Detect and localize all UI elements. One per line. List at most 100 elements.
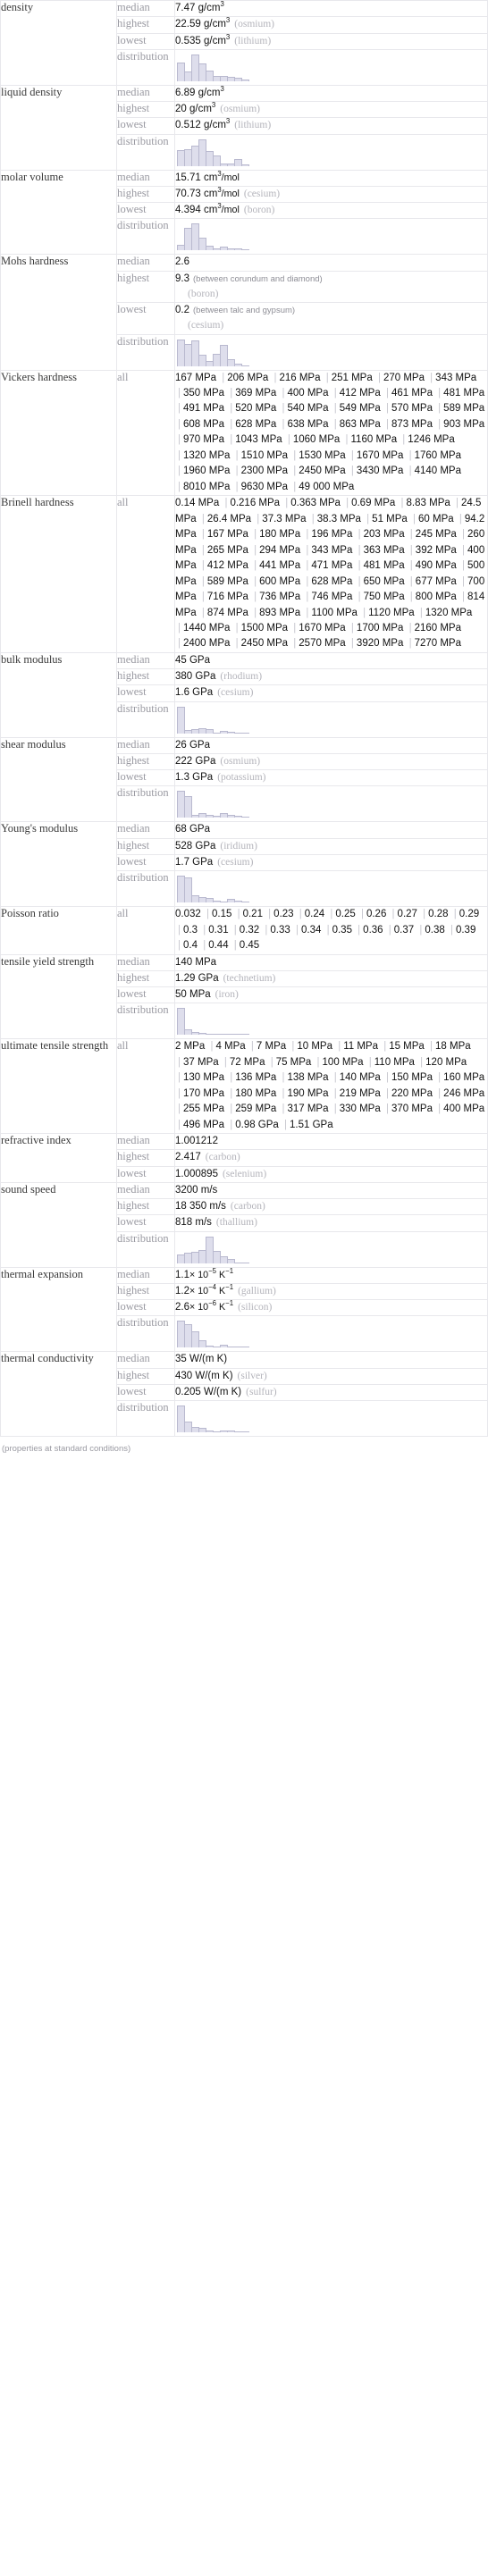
- table-row: tensile yield strength median 140 MPa: [0, 953, 488, 1040]
- value-item: 0.28: [428, 909, 449, 920]
- value-item: 0.32: [239, 924, 260, 936]
- list-separator: |: [178, 434, 181, 446]
- value-item: 51 MPa: [372, 513, 408, 524]
- stat-qualifier: (boron): [243, 205, 275, 215]
- histogram-bar: [241, 164, 249, 166]
- property-name-poisson-ratio: Poisson ratio: [0, 906, 117, 955]
- value-item: 130 MPa: [183, 1072, 225, 1084]
- value-item: 294 MPa: [259, 544, 301, 556]
- value-item: 206 MPa: [227, 372, 269, 383]
- value-item: 37 MPa: [183, 1056, 219, 1068]
- stat-label-distribution: distribution: [116, 333, 175, 371]
- value-item: 716 MPa: [206, 592, 248, 603]
- value-item: 330 MPa: [339, 1103, 381, 1115]
- value-item: 0.27: [397, 909, 417, 920]
- stat-qualifier: (thallium): [215, 1217, 257, 1229]
- list-separator: |: [333, 1103, 337, 1115]
- value-item: 412 MPa: [206, 560, 248, 572]
- stat-value-highest: 18 350 m/s (carbon): [174, 1198, 488, 1216]
- list-separator: |: [423, 909, 426, 920]
- stat-value-text: 68 GPa: [175, 824, 210, 835]
- stat-value-highest: 430 W/(m K) (silver): [174, 1367, 488, 1385]
- distribution-histogram: [175, 1316, 487, 1351]
- stat-value-lowest: 1.7 GPa (cesium): [174, 853, 488, 872]
- value-item: 600 MPa: [259, 575, 301, 587]
- value-item: 220 MPa: [391, 1087, 433, 1099]
- value-item: 8010 MPa: [183, 481, 231, 492]
- list-separator: |: [206, 909, 209, 920]
- value-item: 400 MPa: [287, 387, 329, 399]
- value-item: 0.69 MPa: [351, 498, 396, 509]
- list-separator: |: [230, 418, 233, 430]
- property-name-ultimate-tensile-strength: ultimate tensile strength: [0, 1038, 117, 1135]
- stat-label-lowest: lowest: [116, 1383, 175, 1402]
- list-separator: |: [363, 607, 366, 618]
- value-item: 317 MPa: [287, 1103, 329, 1115]
- stat-value-text: 430 W/(m K): [175, 1370, 233, 1381]
- list-separator: |: [358, 560, 361, 572]
- stat-label-median: median: [116, 953, 175, 971]
- list-separator: |: [268, 909, 272, 920]
- stat-label-distribution: distribution: [116, 1003, 175, 1040]
- stat-value-distribution: [174, 333, 488, 371]
- list-separator: |: [326, 924, 330, 936]
- stat-value-text: 2.417: [175, 1152, 201, 1163]
- list-separator: |: [254, 560, 257, 572]
- stat-value-text: 7.47 g/cm3: [175, 0, 224, 13]
- value-item: 863 MPa: [339, 418, 381, 430]
- value-item: 903 MPa: [443, 418, 485, 430]
- value-item: 150 MPa: [391, 1072, 433, 1084]
- value-item: 136 MPa: [235, 1072, 277, 1084]
- list-separator: |: [306, 592, 309, 603]
- list-separator: |: [178, 1072, 181, 1084]
- list-separator: |: [388, 924, 391, 936]
- stat-qualifier-element: (boron): [188, 288, 219, 299]
- property-name-thermal-expansion: thermal expansion: [0, 1266, 117, 1353]
- value-item: 370 MPa: [391, 1103, 433, 1115]
- list-separator: |: [408, 638, 412, 650]
- list-separator: |: [350, 638, 354, 650]
- list-separator: |: [287, 434, 290, 446]
- stat-qualifier: (technetium): [223, 972, 276, 984]
- value-item: 412 MPa: [339, 387, 381, 399]
- stat-value-lowest: 1.6 GPa (cesium): [174, 684, 488, 702]
- stat-value-highest: 1.29 GPa (technetium): [174, 969, 488, 988]
- value-item: 246 MPa: [443, 1087, 485, 1099]
- property-name-thermal-conductivity: thermal conductivity: [0, 1351, 117, 1438]
- value-item: 7270 MPa: [414, 638, 461, 650]
- property-name-shear-modulus: shear modulus: [0, 736, 117, 823]
- stat-value-text: 528 GPa: [175, 840, 216, 852]
- stat-value-text: 2.6× 10−6 K−1: [175, 1299, 234, 1313]
- value-item: 265 MPa: [206, 544, 248, 556]
- stat-value-distribution: [174, 785, 488, 823]
- table-body: density median 7.47 g/cm3 highest 22.59 g/cm…: [0, 0, 488, 1438]
- stat-value-text: 1.7 GPa: [175, 856, 214, 868]
- list-separator: |: [293, 623, 297, 634]
- list-separator: |: [233, 924, 237, 936]
- table-row: thermal conductivity median 35 W/(m K): [0, 1351, 488, 1438]
- list-separator: |: [285, 498, 289, 509]
- list-separator: |: [223, 1056, 227, 1068]
- list-separator: |: [201, 592, 205, 603]
- value-item: 0.37: [393, 924, 415, 936]
- list-separator: |: [419, 607, 423, 618]
- list-separator: |: [377, 372, 381, 383]
- list-separator: |: [409, 592, 413, 603]
- value-item: 638 MPa: [287, 418, 329, 430]
- stat-value-lowest: 0.205 W/(m K) (sulfur): [174, 1383, 488, 1402]
- stat-label-distribution: distribution: [116, 785, 175, 823]
- value-item: 26.4 MPa: [206, 513, 252, 524]
- stat-label-distribution: distribution: [116, 218, 175, 256]
- histogram-bar: [241, 79, 249, 81]
- list-separator: |: [385, 418, 389, 430]
- stat-value-text: 18 350 m/s: [175, 1201, 226, 1212]
- value-item: 1960 MPa: [183, 466, 231, 477]
- value-item: 0.23: [273, 909, 294, 920]
- stat-label-median: median: [116, 1181, 175, 1200]
- stat-label-lowest: lowest: [116, 302, 175, 335]
- stat-value-median: 140 MPa: [174, 953, 488, 971]
- stat-label-highest: highest: [116, 1367, 175, 1385]
- list-separator: |: [254, 575, 257, 587]
- stat-value-distribution: [174, 870, 488, 908]
- list-separator: |: [178, 638, 181, 650]
